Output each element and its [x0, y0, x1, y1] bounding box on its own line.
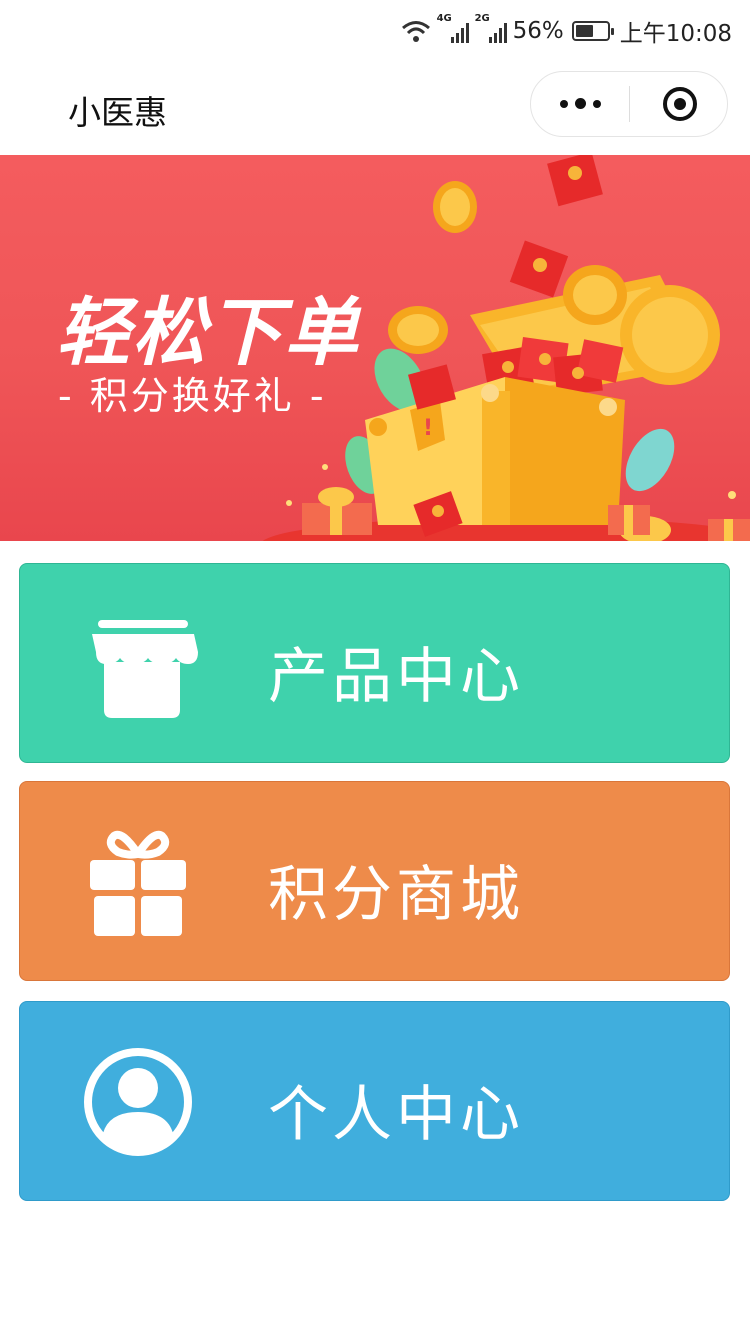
personal-center-label: 个人中心: [268, 1080, 524, 1150]
network-type-1: 4G: [436, 13, 452, 24]
close-miniprogram-button[interactable]: [663, 87, 697, 121]
svg-text:!: !: [423, 416, 433, 441]
personal-center-button[interactable]: 个人中心: [19, 1001, 730, 1201]
page-title: 小医惠: [68, 93, 167, 132]
promo-banner[interactable]: ! 轻松下单 - 积分换好礼 -: [0, 155, 750, 541]
more-dot-icon: [592, 99, 601, 108]
points-mall-label: 积分商城: [268, 860, 524, 930]
points-mall-button[interactable]: 积分商城: [19, 781, 730, 981]
battery-icon: [571, 21, 614, 41]
status-indicators: 4G 2G 56% 上午10:08: [401, 13, 732, 48]
wifi-icon: [401, 21, 430, 42]
status-bar: 4G 2G 56% 上午10:08: [0, 0, 750, 62]
more-button[interactable]: [531, 72, 629, 135]
product-center-button[interactable]: 产品中心: [19, 563, 730, 763]
capsule-divider: [629, 86, 630, 122]
user-circle-icon: [84, 1048, 192, 1156]
more-dot-icon: [559, 99, 568, 108]
network-type-2: 2G: [474, 13, 490, 24]
miniprogram-capsule: [530, 71, 728, 137]
battery-fill: [575, 25, 593, 37]
banner-title: 轻松下单: [56, 290, 360, 376]
banner-subtitle: - 积分换好礼 -: [58, 374, 327, 418]
signal-4g-icon: 4G: [437, 13, 469, 43]
product-center-label: 产品中心: [268, 642, 524, 712]
title-bar: 小医惠: [0, 62, 750, 154]
battery-percent: 56%: [512, 18, 564, 44]
gift-icon: [90, 830, 186, 936]
signal-2g-icon: 2G: [475, 13, 507, 43]
store-icon: [92, 620, 198, 718]
clock: 上午10:08: [619, 21, 732, 47]
more-dot-icon: [574, 98, 586, 109]
